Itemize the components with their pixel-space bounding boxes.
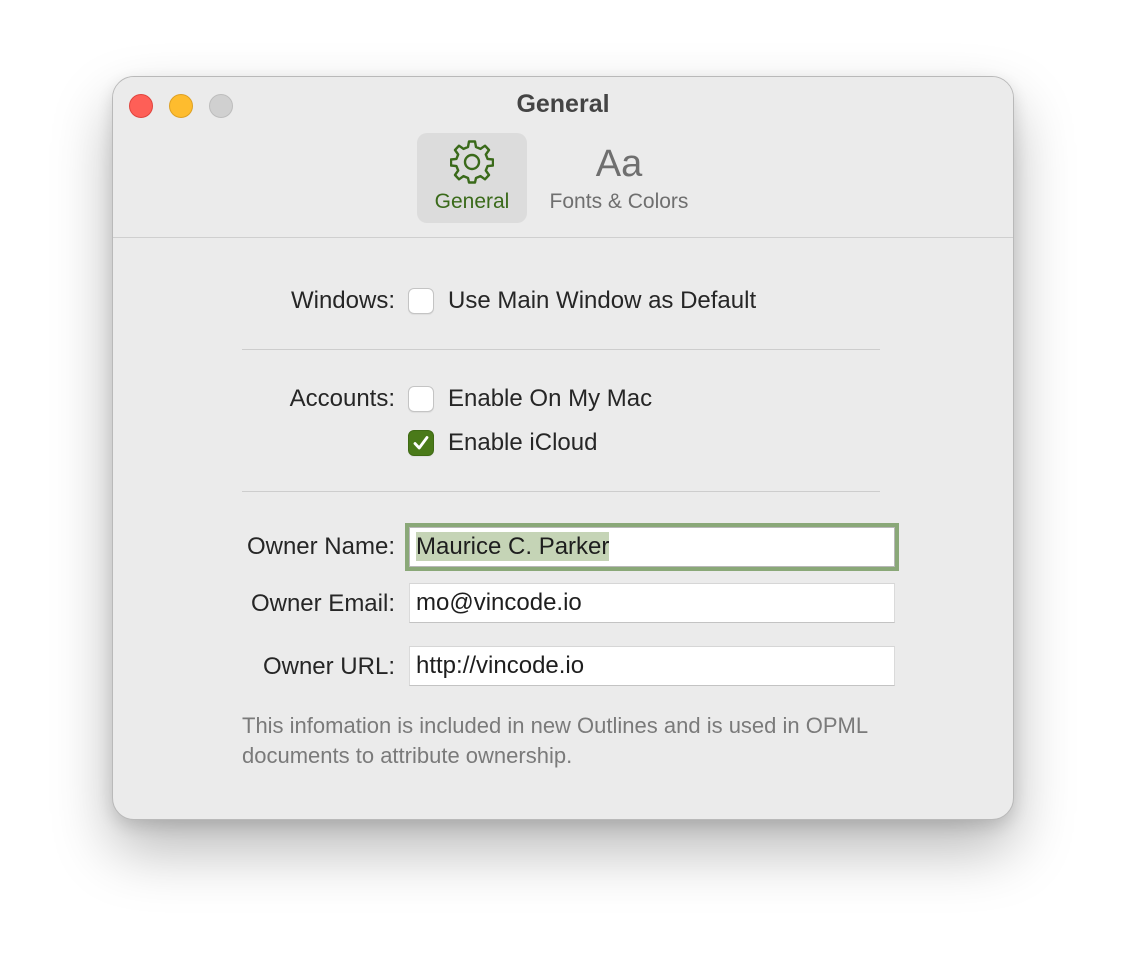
- preferences-window: General General Aa Fonts & Colors Window…: [112, 76, 1014, 820]
- enable-icloud-checkbox[interactable]: [408, 430, 434, 456]
- tab-general[interactable]: General: [417, 133, 527, 223]
- owner-email-field[interactable]: mo@vincode.io: [409, 583, 895, 623]
- owner-name-value: Maurice C. Parker: [416, 532, 610, 561]
- owner-email-label: Owner Email:: [250, 590, 395, 617]
- owner-name-field[interactable]: Maurice C. Parker: [409, 527, 895, 567]
- use-main-window-label[interactable]: Use Main Window as Default: [448, 287, 756, 315]
- separator: [242, 349, 880, 350]
- owner-help-text: This infomation is included in new Outli…: [242, 713, 868, 768]
- owner-url-field[interactable]: http://vincode.io: [409, 646, 895, 686]
- owner-name-label: Owner Name:: [246, 533, 395, 560]
- font-icon: Aa: [595, 143, 643, 185]
- tab-fonts-colors-label: Fonts & Colors: [549, 190, 689, 213]
- tab-fonts-colors[interactable]: Aa Fonts & Colors: [533, 133, 705, 223]
- use-main-window-checkbox[interactable]: [408, 288, 434, 314]
- window-title: General: [516, 90, 610, 118]
- enable-icloud-label[interactable]: Enable iCloud: [448, 429, 597, 457]
- enable-on-my-mac-checkbox[interactable]: [408, 386, 434, 412]
- separator: [242, 491, 880, 492]
- checkmark-icon: [413, 436, 429, 450]
- tab-general-label: General: [434, 190, 510, 213]
- owner-url-label: Owner URL:: [262, 653, 395, 680]
- windows-label: Windows:: [290, 287, 395, 314]
- enable-on-my-mac-label[interactable]: Enable On My Mac: [448, 385, 652, 413]
- gear-icon: [449, 139, 495, 189]
- accounts-label: Accounts:: [289, 385, 395, 412]
- title-bar: General General Aa Fonts & Colors: [113, 77, 1013, 238]
